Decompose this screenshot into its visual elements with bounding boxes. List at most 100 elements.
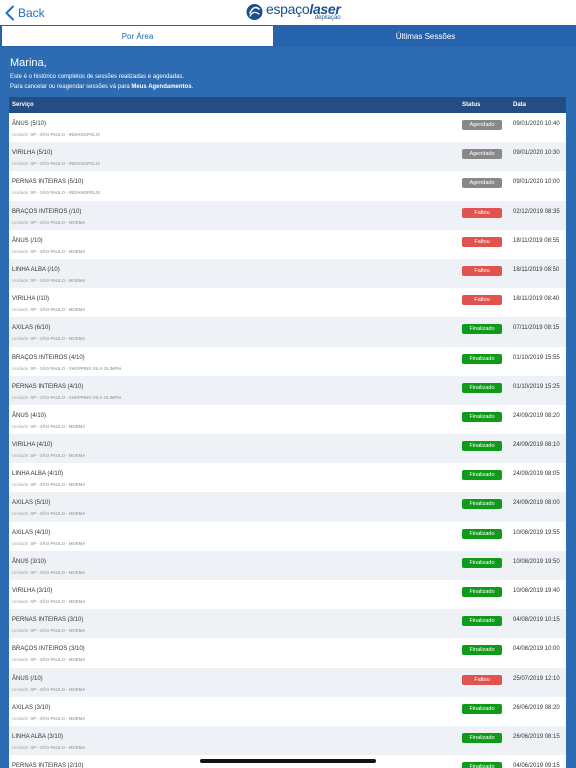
status-badge: Agendado [462, 120, 502, 130]
segmented-tabs: Por Área Últimas Sessões [0, 25, 576, 47]
service-name: LINHA ALBA (4/10) [12, 471, 64, 478]
unit-location: Unidade: SP - SÃO PAULO - MOEMA [12, 482, 86, 488]
table-row: VIRILHA (/10) Unidade: SP - SÃO PAULO - M… [9, 288, 566, 318]
unit-location: Unidade: SP - SÃO PAULO - INDIANOPOLIS [12, 132, 100, 137]
session-date: 26/06/2019 08:20 [513, 704, 560, 711]
status-badge: Finalizado [462, 353, 502, 364]
status-badge: Finalizado [462, 732, 502, 743]
table-header: Serviço Status Data [9, 97, 566, 113]
home-indicator [200, 759, 376, 763]
status-badge: Finalizado [462, 703, 502, 714]
unit-location: Unidade: SP - SÃO PAULO - MOEMA [12, 423, 86, 429]
session-date: 10/08/2019 19:55 [513, 529, 560, 536]
header-service: Serviço [12, 102, 34, 108]
status-badge: Finalizado [462, 762, 502, 768]
table-row: ÂNUS (3/10) Unidade: SP - SÃO PAULO - MOE… [9, 550, 566, 580]
unit-location: Unidade: SP - SÃO PAULO - MOEMA [12, 511, 86, 517]
unit-location: Unidade: SP - SÃO PAULO - MOEMA [12, 336, 86, 342]
session-date: 04/06/2019 09:15 [513, 763, 560, 768]
back-button[interactable]: Back [4, 4, 45, 22]
unit-location: Unidade: SP - SÃO PAULO - MOEMA [12, 453, 86, 459]
service-name: ÂNUS (5/10) [12, 121, 47, 127]
unit-location: Unidade: SP - SÃO PAULO - MOEMA [12, 744, 86, 750]
meus-agendamentos-link[interactable]: Meus Agendamentos [131, 84, 191, 90]
back-label: Back [18, 6, 45, 20]
service-name: PERNAS INTEIRAS (3/10) [12, 617, 84, 624]
service-name: AXILAS (3/10) [12, 704, 51, 711]
unit-location: Unidade: SP - SÃO PAULO - SHOPPING VILA … [12, 394, 122, 400]
status-badge: Finalizado [462, 441, 502, 452]
status-badge: Faltou [462, 265, 502, 276]
status-badge: Finalizado [462, 499, 502, 510]
header-status: Status [462, 102, 481, 108]
status-badge: Finalizado [462, 616, 502, 627]
table-row: VIRILHA (4/10) Unidade: SP - SÃO PAULO - … [9, 434, 566, 464]
service-name: VIRILHA (4/10) [12, 442, 53, 449]
service-name: ÂNUS (4/10) [12, 412, 47, 419]
session-date: 25/07/2019 12:10 [513, 675, 560, 682]
tab-por-area[interactable]: Por Área [1, 25, 274, 47]
intro-line-2: Para cancelar ou reagendar sessões vá pa… [10, 83, 194, 90]
unit-location: Unidade: SP - SÃO PAULO - MOEMA [12, 248, 86, 254]
table-row: BRAÇOS INTEIROS (/10) Unidade: SP - SÃO P… [9, 200, 566, 230]
unit-location: Unidade: SP - SÃO PAULO - MOEMA [12, 277, 86, 283]
service-name: BRAÇOS INTEIROS (4/10) [12, 354, 85, 361]
logo-wordmark: espaçolaser [266, 1, 341, 17]
unit-location: Unidade: SP - SÃO PAULO - MOEMA [12, 540, 86, 546]
session-date: 26/06/2019 08:15 [513, 733, 560, 740]
service-name: BRAÇOS INTEIROS (3/10) [12, 646, 85, 653]
status-badge: Finalizado [462, 470, 502, 481]
logo-mark-icon [246, 4, 263, 20]
service-name: AXILAS (4/10) [12, 529, 51, 536]
table-row: ÂNUS (/10) Unidade: SP - SÃO PAULO - MOEM… [9, 667, 566, 697]
tab-ultimas-sessoes[interactable]: Últimas Sessões [275, 25, 576, 47]
table-row: ÂNUS (5/10) Unidade: SP - SÃO PAULO - IND… [9, 113, 566, 143]
history-panel: Marina, Este é o histórico completos de … [0, 47, 576, 768]
table-row: AXILAS (6/10) Unidade: SP - SÃO PAULO - M… [9, 317, 566, 347]
service-name: ÂNUS (/10) [12, 675, 43, 682]
session-date: 04/08/2019 10:15 [513, 617, 560, 624]
status-badge: Finalizado [462, 382, 502, 393]
service-name: VIRILHA (/10) [12, 296, 50, 303]
status-badge: Agendado [462, 178, 502, 189]
service-name: VIRILHA (5/10) [12, 150, 53, 157]
session-date: 18/11/2019 08:40 [513, 296, 560, 303]
table-row: BRAÇOS INTEIROS (3/10) Unidade: SP - SÃO … [9, 638, 566, 668]
service-name: ÂNUS (/10) [12, 237, 43, 244]
status-badge: Faltou [462, 674, 502, 685]
status-badge: Faltou [462, 236, 502, 247]
intro-text: Este é o histórico completos de sessões … [10, 73, 193, 92]
service-name: ÂNUS (3/10) [12, 558, 47, 565]
session-date: 24/09/2019 08:00 [513, 500, 560, 507]
session-date: 24/09/2019 08:20 [513, 412, 560, 419]
status-badge: Finalizado [462, 587, 502, 597]
session-date: 09/01/2020 10:40 [513, 121, 560, 127]
table-row: LINHA ALBA (/10) Unidade: SP - SÃO PAULO … [9, 258, 566, 289]
service-name: PERNAS INTEIRAS (2/10) [12, 763, 84, 768]
unit-location: Unidade: SP - SÃO PAULO - MOEMA [12, 628, 86, 634]
table-row: PERNAS INTEIRAS (5/10) Unidade: SP - SÃO … [9, 171, 566, 201]
status-badge: Finalizado [462, 528, 502, 539]
table-row: VIRILHA (5/10) Unidade: SP - SÃO PAULO - … [9, 142, 566, 172]
status-badge: Faltou [462, 207, 502, 218]
session-date: 18/11/2019 08:55 [513, 237, 560, 244]
session-date: 09/01/2020 10:00 [513, 179, 560, 186]
session-date: 24/09/2019 08:05 [513, 471, 560, 478]
espaco-laser-logo: espaçolaser depilação [246, 2, 341, 24]
session-date: 18/11/2019 08:50 [513, 266, 560, 273]
session-date: 10/08/2019 19:50 [513, 558, 560, 565]
session-date: 01/10/2019 15:25 [513, 383, 560, 390]
table-row: ÂNUS (/10) Unidade: SP - SÃO PAULO - MOEM… [9, 229, 566, 259]
unit-location: Unidade: SP - SÃO PAULO - MOEMA [12, 307, 86, 313]
session-date: 01/10/2019 15:55 [513, 354, 560, 361]
table-row: VIRILHA (3/10) Unidade: SP - SÃO PAULO - … [9, 580, 566, 610]
service-name: BRAÇOS INTEIROS (/10) [12, 208, 82, 215]
table-row: BRAÇOS INTEIROS (4/10) Unidade: SP - SÃO … [9, 346, 566, 376]
session-date: 07/11/2019 08:15 [513, 325, 560, 332]
service-name: LINHA ALBA (3/10) [12, 733, 64, 740]
unit-location: Unidade: SP - SÃO PAULO - SHOPPING VILA … [12, 365, 122, 371]
service-name: AXILAS (5/10) [12, 500, 51, 507]
status-badge: Finalizado [462, 411, 502, 422]
status-badge: Finalizado [462, 645, 502, 656]
service-name: LINHA ALBA (/10) [12, 266, 60, 273]
